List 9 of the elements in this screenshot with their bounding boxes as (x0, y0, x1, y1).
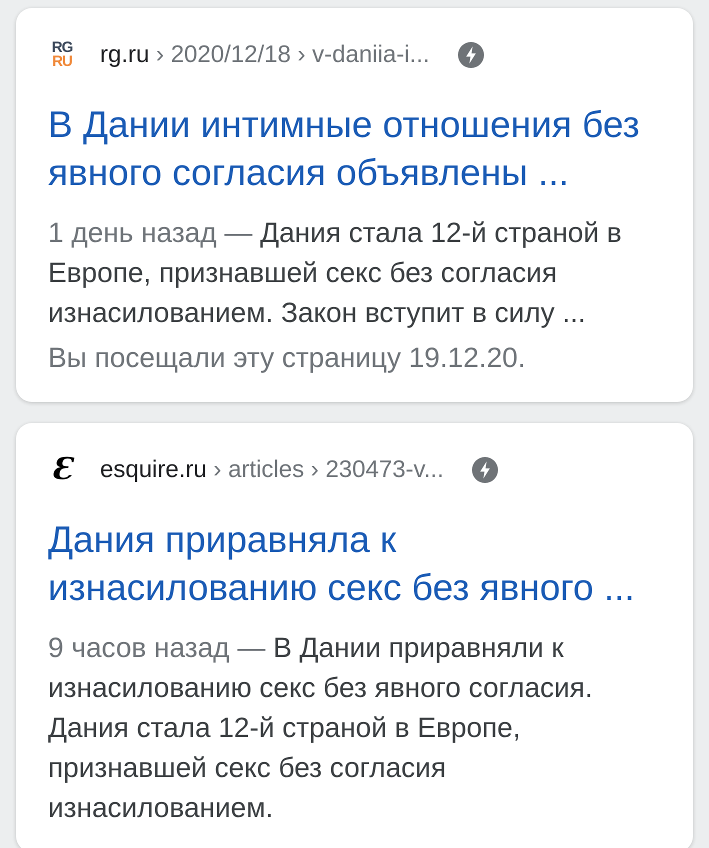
result-snippet: 1 день назад — Дания стала 12-й страной в Европе, признавшей секс без согласия изнасилованием. Закон вступит в силу ... (48, 216, 623, 330)
result-title[interactable]: В Дании интимные отношения без явного согласия объявлены ... (48, 101, 673, 197)
result-url[interactable]: esquire.ru › articles › 230473-v... (100, 452, 444, 488)
visited-note: Вы посещали эту страницу 19.12.20. (48, 341, 527, 375)
result-title[interactable]: Дания приравняла к изнасилованию секс без явного ... (48, 516, 673, 612)
site-logo: RG RU (50, 41, 74, 69)
site-logo: Ɛ (50, 455, 76, 485)
result-snippet: 9 часов назад — В Дании приравняли к изнасилованию секс без явного согласия. Дания стала 12-й страной в Европе, признавшей секс без согласия изнасилованием. (48, 631, 594, 825)
result-url[interactable]: rg.ru › 2020/12/18 › v-daniia-i... (100, 37, 430, 73)
